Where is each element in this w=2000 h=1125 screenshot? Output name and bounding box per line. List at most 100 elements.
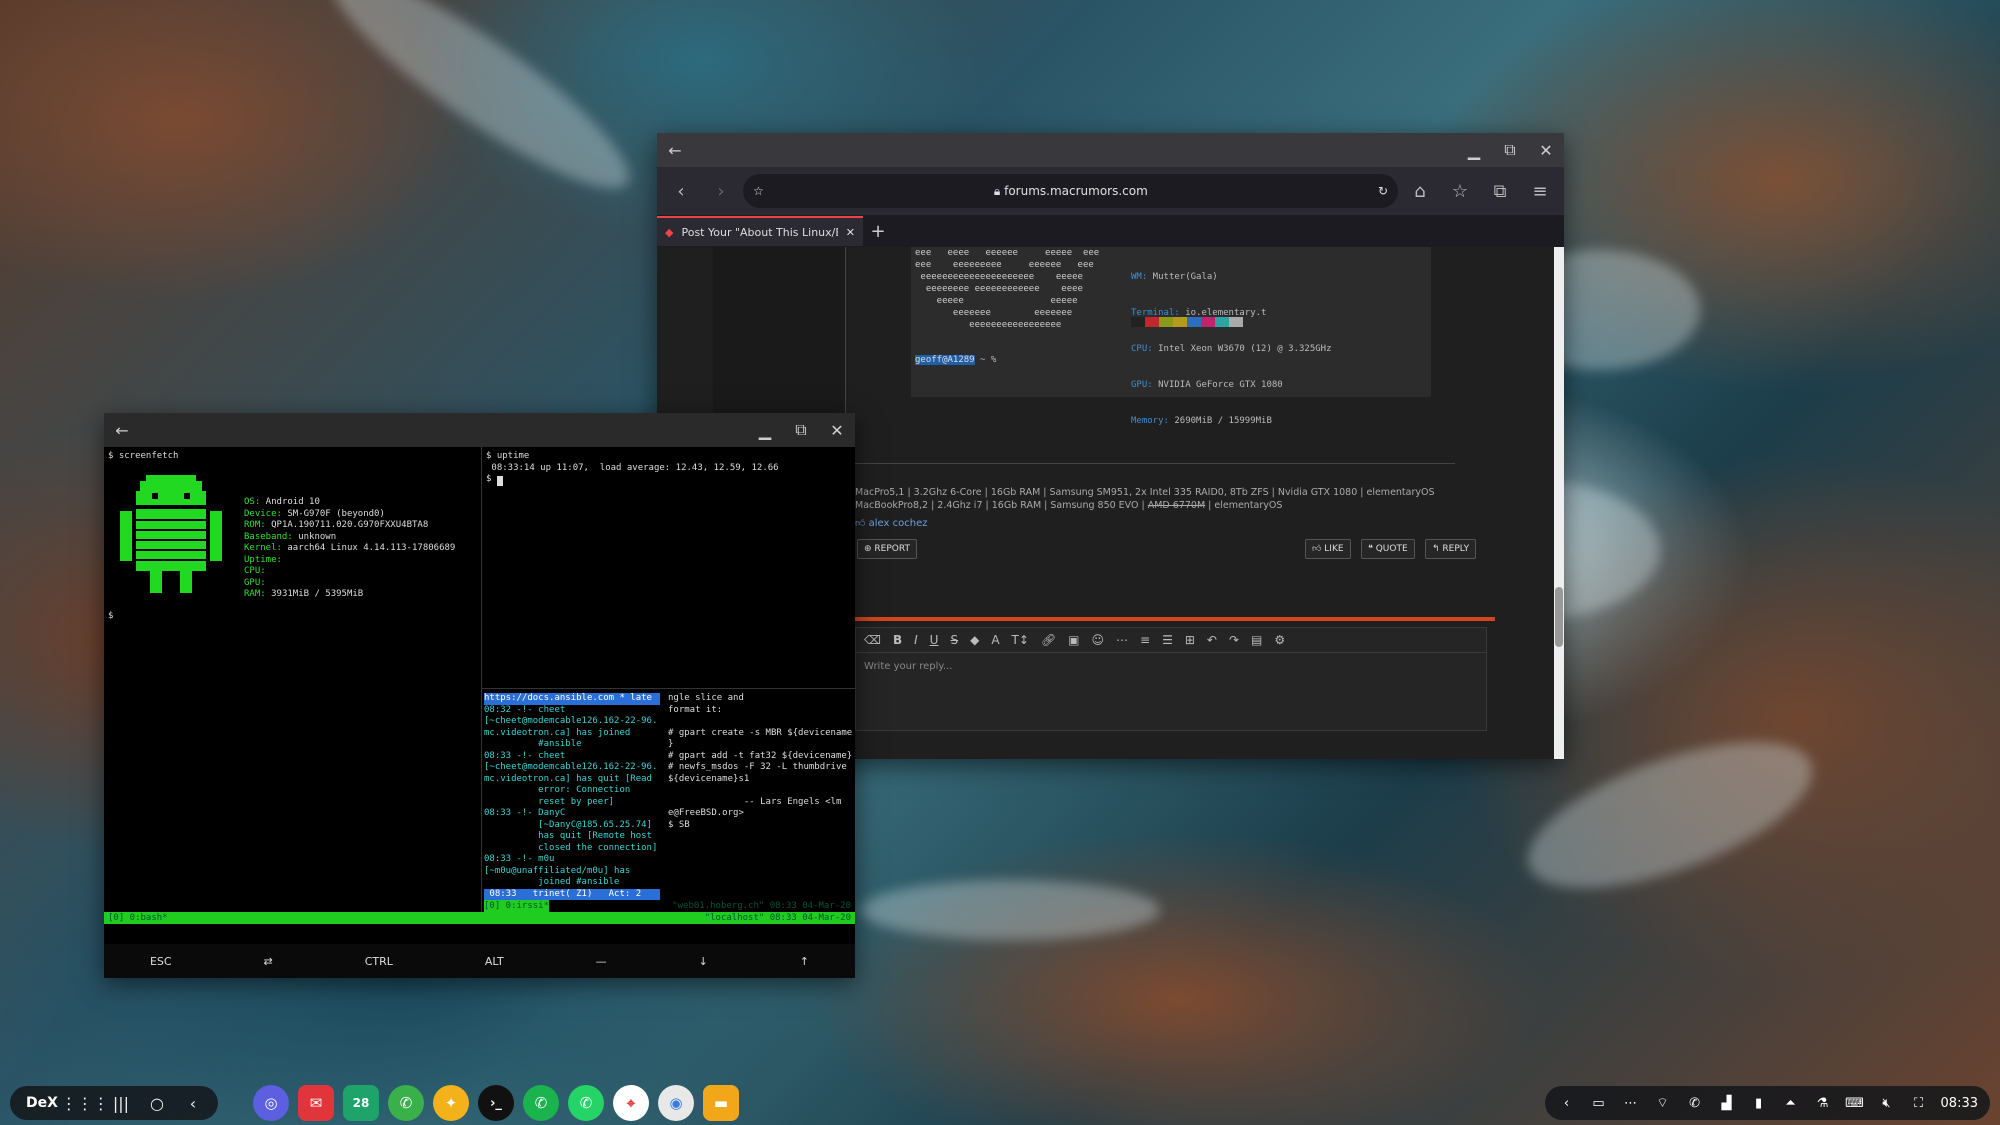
email-icon[interactable]: ✉ [298,1085,334,1121]
lab-icon[interactable]: ⚗ [1809,1089,1837,1117]
chevron-left-icon[interactable]: ‹ [1553,1089,1581,1117]
key-up[interactable]: ↑ [800,955,809,968]
forward-icon[interactable]: › [703,173,739,209]
minimize-icon[interactable]: ▁ [747,413,783,447]
bookmark-star-icon[interactable]: ☆ [753,184,764,198]
like-small-icon: 👍︎ [855,518,869,529]
maximize-icon[interactable]: ⧉ [783,413,819,447]
terminal-icon[interactable]: ›_ [478,1085,514,1121]
reload-icon[interactable]: ↻ [1378,184,1388,198]
pinned-apps: ◎ ✉ 28 ✆ ✦ ›_ ✆ ✆ ⌖ ◉ ▬ [253,1085,739,1121]
more-icon[interactable]: ⋯ [1116,633,1128,647]
back-arrow-icon[interactable]: ← [104,413,140,447]
wifi-icon[interactable]: ⌔ [1649,1089,1677,1117]
font-size-icon[interactable]: T↕ [1012,633,1029,647]
close-icon[interactable]: ✕ [1528,133,1564,167]
signature-divider [855,463,1455,464]
back-arrow-icon[interactable]: ← [657,133,693,167]
fortune-pane: ngle slice and format it: # gpart create… [668,693,853,830]
scrollbar-thumb[interactable] [1555,587,1563,647]
bold-icon[interactable]: B [893,633,902,647]
maps-icon[interactable]: ⌖ [613,1085,649,1121]
chrome-icon[interactable]: ◉ [658,1085,694,1121]
samsung-internet-icon[interactable]: ◎ [253,1085,289,1121]
irc-log: 08:32 -!- cheet [~cheet@modemcable126.16… [484,704,658,888]
ideas-icon[interactable]: ✦ [433,1085,469,1121]
home-icon[interactable]: ⌂ [1402,173,1438,209]
list-icon[interactable]: ☰ [1162,633,1173,647]
tab-active[interactable]: ◆ Post Your "About This Linux/B... ✕ [657,216,863,246]
whatsapp-icon[interactable]: ✆ [568,1085,604,1121]
key-ctrl[interactable]: CTRL [365,955,393,968]
browser-titlebar: ← ▁ ⧉ ✕ [657,133,1564,167]
undo-icon[interactable]: ↶ [1207,633,1217,647]
key-esc[interactable]: ESC [150,955,172,968]
reply-editor[interactable]: ⌫ B I U S ◆ A T↕ 🔗︎ ▣ ☺ ⋯ ≡ ☰ ⊞ ↶ ↷ ▤ ⚙ … [855,627,1487,731]
new-tab-button[interactable]: + [863,216,893,246]
favorites-icon[interactable]: ☆ [1442,173,1478,209]
color-icon[interactable]: ◆ [970,633,979,647]
android-logo [120,475,222,593]
key-dash[interactable]: — [596,955,607,968]
signature-line-1: MacPro5,1 | 3.2Ghz 6-Core | 16Gb RAM | S… [855,487,1435,498]
menu-icon[interactable]: ≡ [1522,173,1558,209]
minimize-icon[interactable]: ▁ [1456,133,1492,167]
files-icon[interactable]: ▬ [703,1085,739,1121]
back-icon[interactable]: ‹ [663,173,699,209]
table-icon[interactable]: ⊞ [1185,633,1195,647]
apps-grid-icon[interactable]: ⋮⋮⋮ [61,1088,109,1118]
close-icon[interactable]: ✕ [819,413,855,447]
call-icon[interactable]: ✆ [523,1085,559,1121]
key-alt[interactable]: ALT [485,955,504,968]
key-tab[interactable]: ⇄ [264,955,273,968]
system-tray: ‹ ▭ ⋯ ⌔ ✆ ▟ ▮ ⏶ ⚗ ⌨ 🔇︎ ⛶ 08:33 [1544,1086,1990,1120]
address-bar[interactable]: ☆ 🔒︎ forums.macrumors.com ↻ [743,174,1398,208]
font-icon[interactable]: A [991,633,999,647]
cursor [496,475,503,486]
underline-icon[interactable]: U [930,633,939,647]
browser-toolbar: ‹ › ☆ 🔒︎ forums.macrumors.com ↻ ⌂ ☆ ⧉ ≡ [657,167,1564,215]
align-icon[interactable]: ≡ [1140,633,1150,647]
notification-up-icon[interactable]: ⏶ [1777,1089,1805,1117]
phone-icon[interactable]: ✆ [388,1085,424,1121]
image-icon[interactable]: ▣ [1068,633,1079,647]
home-circle-icon[interactable]: ○ [142,1088,172,1118]
recents-icon[interactable]: ||| [106,1088,136,1118]
maximize-icon[interactable]: ⧉ [1492,133,1528,167]
terminal-output[interactable]: $ screenfetch OS: Android 10 Device: SM-… [104,447,855,934]
italic-icon[interactable]: I [914,633,918,647]
report-button[interactable]: ⊕ REPORT [857,539,917,559]
lock-icon: 🔒︎ [993,183,1005,198]
like-button[interactable]: 👍︎ LIKE [1305,539,1351,559]
uptime-pane: $ uptime 08:33:14 up 11:07, load average… [486,451,779,486]
neofetch-info: WM: Mutter(Gala) Terminal: io.elementary… [1131,272,1332,426]
dex-label[interactable]: DeX [20,1095,64,1111]
eraser-icon[interactable]: ⌫ [864,633,881,647]
key-down[interactable]: ↓ [699,955,708,968]
quote-button[interactable]: ❝ QUOTE [1361,539,1415,559]
settings-gear-icon[interactable]: ⚙ [1274,633,1285,647]
reaction-user[interactable]: 👍︎ alex cochez [855,517,927,529]
signature-line-2: MacBookPro8,2 | 2.4Ghz i7 | 16Gb RAM | S… [855,500,1283,511]
page-scrollbar[interactable] [1554,247,1564,759]
tab-close-icon[interactable]: ✕ [846,226,855,239]
tmux-window-left: [0] 0:bash* [108,913,168,923]
calendar-icon[interactable]: 28 [343,1085,379,1121]
keyboard-icon[interactable]: ⌨ [1841,1089,1869,1117]
tabs-icon[interactable]: ⧉ [1482,173,1518,209]
link-icon[interactable]: 🔗︎ [1041,633,1056,647]
more-dots-icon[interactable]: ⋯ [1617,1089,1645,1117]
reply-button[interactable]: ↰ REPLY [1425,539,1477,559]
strikethrough-icon[interactable]: S [950,633,958,647]
redo-icon[interactable]: ↷ [1229,633,1239,647]
mute-icon[interactable]: 🔇︎ [1873,1089,1901,1117]
window-icon[interactable]: ▭ [1585,1089,1613,1117]
uptime-output: $ uptime 08:33:14 up 11:07, load average… [486,451,779,484]
reply-accent-bar [855,617,1495,621]
emoji-icon[interactable]: ☺ [1092,633,1105,647]
forum-sidebar [713,247,846,417]
call-status-icon: ✆ [1689,1095,1700,1111]
back-icon[interactable]: ‹ [178,1088,208,1118]
save-icon[interactable]: ▤ [1251,633,1262,647]
screenshot-icon[interactable]: ⛶ [1905,1089,1933,1117]
